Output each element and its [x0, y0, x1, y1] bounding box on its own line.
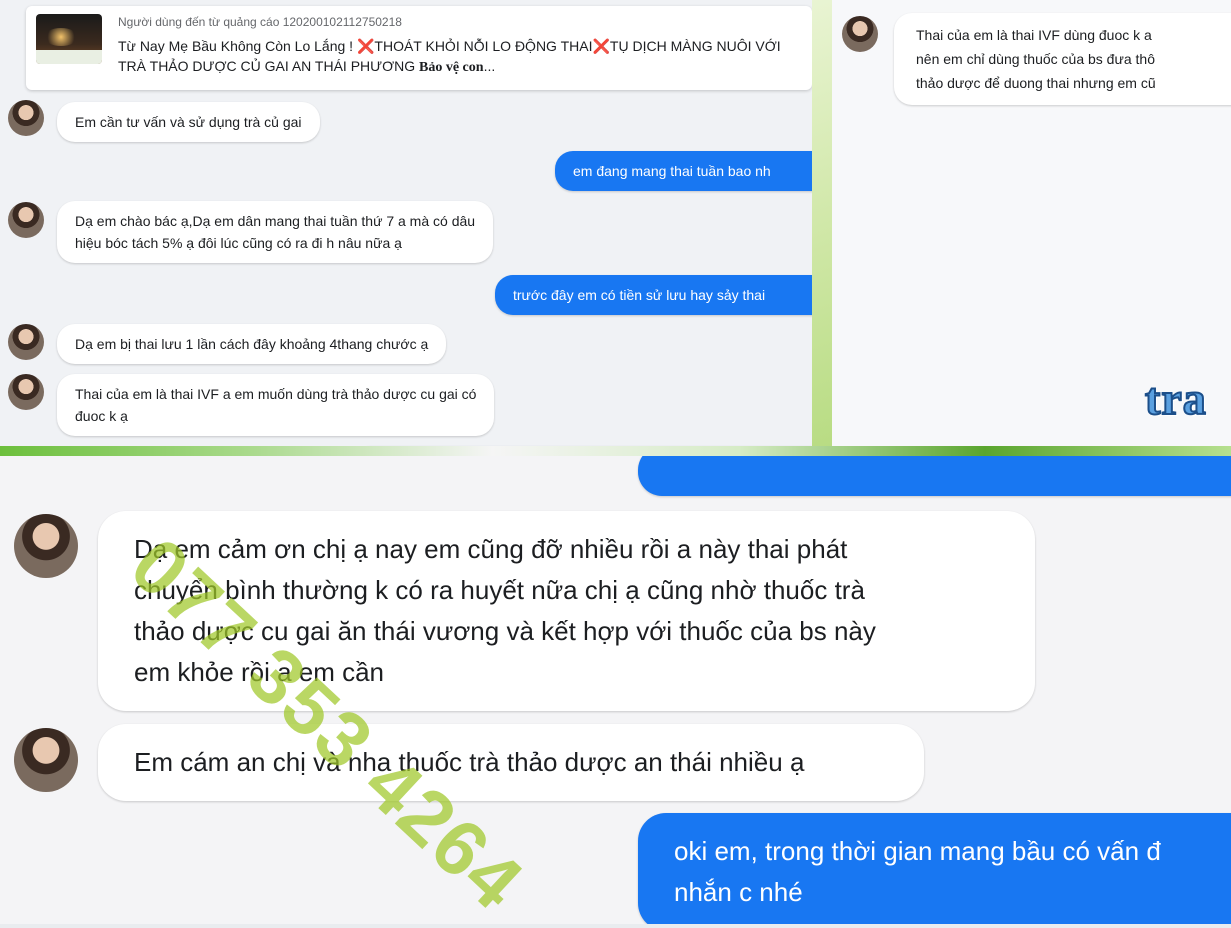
ad-title-bold: Bảo vệ con — [419, 60, 484, 75]
avatar[interactable] — [14, 514, 78, 578]
ad-thumbnail[interactable] — [36, 14, 102, 64]
x-mark-icon: ❌ — [356, 38, 375, 54]
avatar[interactable] — [14, 728, 78, 792]
ad-ellipsis: ... — [483, 58, 496, 74]
ad-title-part1: Từ Nay Mẹ Bầu Không Còn Lo Lắng ! — [118, 38, 357, 54]
x-mark-icon: ❌ — [592, 38, 610, 54]
avatar[interactable] — [8, 100, 44, 136]
avatar[interactable] — [842, 16, 878, 52]
message-outgoing: em đang mang thai tuần bao nh — [555, 151, 812, 191]
message-incoming: Dạ em chào bác ạ,Dạ em dân mang thai tuầ… — [57, 201, 494, 263]
ad-title-part2: THOÁT KHỎI NỖI LO ĐỘNG THAI — [374, 38, 593, 54]
ad-title[interactable]: Từ Nay Mẹ Bầu Không Còn Lo Lắng ! ❌THOÁT… — [118, 36, 798, 78]
chat-panel-top-left: Người dùng đến từ quảng cáo 120200102112… — [0, 0, 812, 452]
chat-panel-bottom: Dạ em cảm ơn chị ạ nay em cũng đỡ nhiều … — [0, 456, 1231, 924]
message-outgoing: oki em, trong thời gian mang bầu có vấn … — [638, 813, 1231, 924]
message-outgoing: trước đây em có tiền sử lưu hay sảy thai — [495, 275, 812, 315]
message-incoming: Thai của em là thai IVF dùng đuoc k a nê… — [894, 13, 1231, 105]
product-logo-text: tra — [1144, 372, 1207, 425]
ad-referral-card[interactable]: Người dùng đến từ quảng cáo 120200102112… — [26, 6, 812, 90]
message-outgoing-partial — [638, 456, 1231, 496]
message-incoming: Thai của em là thai IVF a em muốn dùng t… — [57, 374, 495, 436]
ad-source-label: Người dùng đến từ quảng cáo 120200102112… — [118, 15, 402, 29]
message-incoming: Em cám an chị và nha thuốc trà thảo dược… — [98, 724, 924, 801]
avatar[interactable] — [8, 374, 44, 410]
avatar[interactable] — [8, 324, 44, 360]
message-incoming: Dạ em bị thai lưu 1 lần cách đây khoảng … — [57, 324, 447, 364]
avatar[interactable] — [8, 202, 44, 238]
message-incoming: Em cần tư vấn và sử dụng trà củ gai — [57, 102, 320, 142]
